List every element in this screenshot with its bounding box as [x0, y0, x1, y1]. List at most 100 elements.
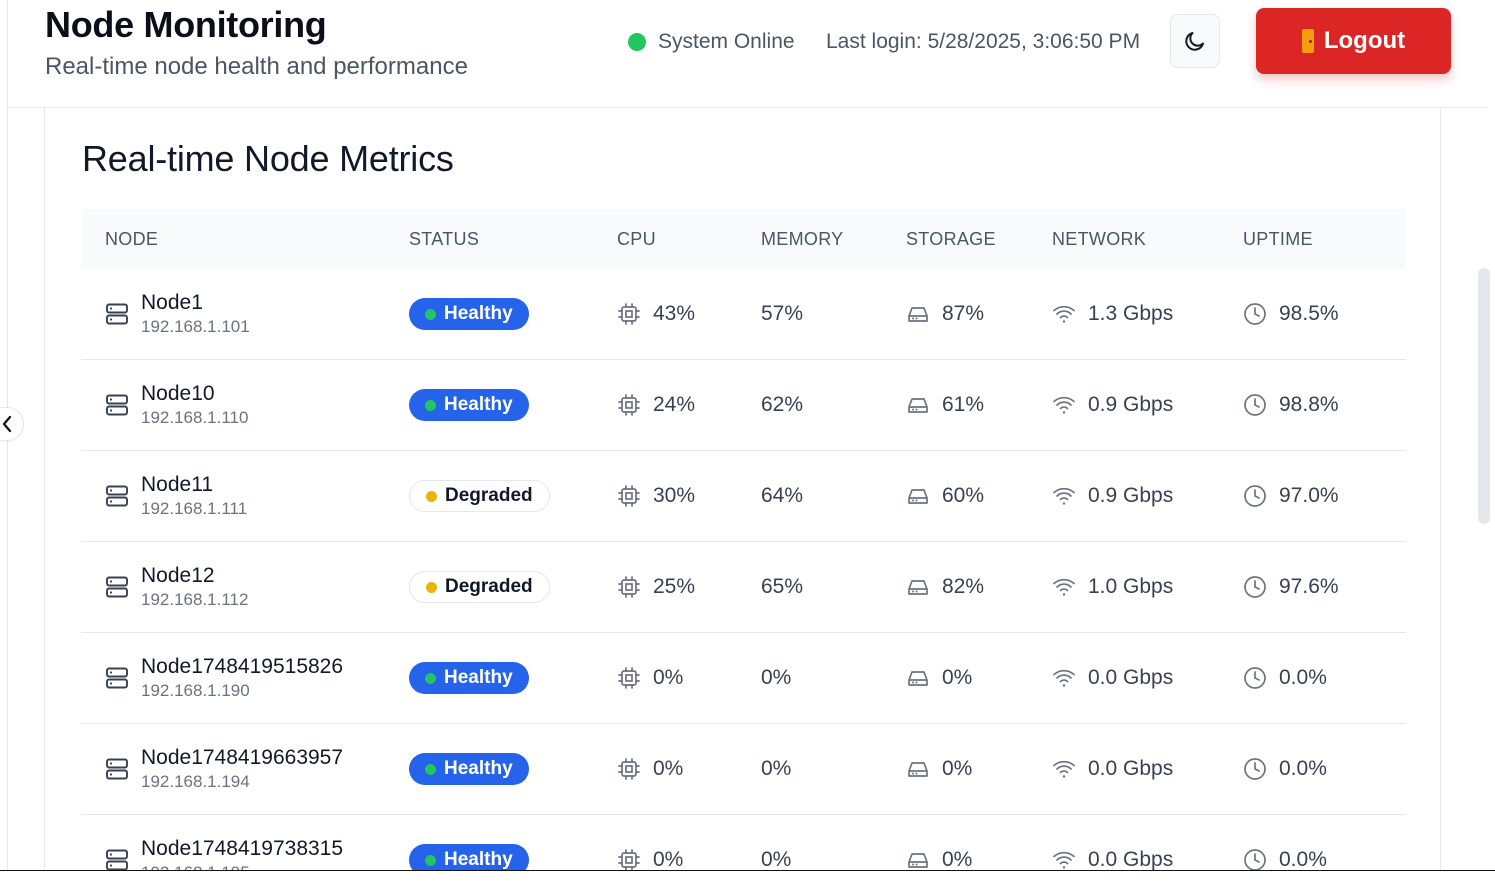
hard-drive-icon: [908, 307, 928, 322]
network-value: 0.9 Gbps: [1088, 484, 1174, 507]
network-value: 0.9 Gbps: [1088, 393, 1174, 416]
node-name: Node1: [141, 291, 203, 314]
storage-value: 87%: [942, 302, 985, 325]
sidebar-toggle-button[interactable]: [0, 407, 24, 441]
node-name: Node1748419663957: [141, 746, 344, 769]
node-ip: 192.168.1.190: [141, 681, 250, 700]
cpu-value: 24%: [653, 393, 696, 416]
column-header-uptime[interactable]: UPTIME: [1243, 229, 1406, 250]
status-dot: [425, 308, 436, 320]
cpu-icon: [618, 303, 640, 325]
status-badge: Healthy: [409, 662, 529, 694]
hard-drive-icon: [908, 853, 928, 868]
wifi-icon: [1053, 396, 1075, 414]
hard-drive-icon: [908, 398, 928, 413]
table-header: NODE STATUS CPU MEMORY STORAGE NETWORK U…: [81, 209, 1406, 269]
node-name: Node12: [141, 564, 215, 587]
storage-value: 60%: [942, 484, 985, 507]
hard-drive-icon: [908, 580, 928, 595]
column-header-storage[interactable]: STORAGE: [906, 229, 1052, 250]
cpu-value: 0%: [653, 848, 684, 871]
system-status: System Online: [628, 30, 795, 54]
uptime-value: 98.5%: [1279, 302, 1339, 325]
status-indicator-dot: [628, 33, 646, 51]
table-row[interactable]: Node12 192.168.1.112 Degraded 25% 65% 82…: [81, 542, 1406, 633]
status-label: Healthy: [444, 849, 513, 870]
status-badge: Healthy: [409, 298, 529, 330]
table-row[interactable]: Node1748419663957 192.168.1.194 Healthy …: [81, 724, 1406, 815]
table-row[interactable]: Node11 192.168.1.111 Degraded 30% 64% 60…: [81, 451, 1406, 542]
clock-icon: [1244, 394, 1266, 416]
server-icon: [106, 394, 128, 416]
cpu-icon: [618, 576, 640, 598]
server-icon: [106, 576, 128, 598]
network-value: 0.0 Gbps: [1088, 666, 1174, 689]
clock-icon: [1244, 485, 1266, 507]
cpu-value: 30%: [653, 484, 696, 507]
uptime-value: 98.8%: [1279, 393, 1339, 416]
status-dot: [425, 399, 436, 411]
clock-icon: [1244, 849, 1266, 871]
memory-value: 0%: [761, 848, 792, 871]
clock-icon: [1244, 303, 1266, 325]
cpu-value: 43%: [653, 302, 696, 325]
wifi-icon: [1053, 760, 1075, 778]
status-label: Healthy: [444, 394, 513, 415]
table-row[interactable]: Node1 192.168.1.101 Healthy 43% 57% 87% …: [81, 269, 1406, 360]
column-header-status[interactable]: STATUS: [409, 229, 617, 250]
status-dot: [425, 854, 436, 866]
status-label: Degraded: [445, 485, 533, 506]
hard-drive-icon: [908, 671, 928, 686]
node-name: Node1748419738315: [141, 837, 344, 860]
table-row[interactable]: Node1748419515826 192.168.1.190 Healthy …: [81, 633, 1406, 724]
column-header-network[interactable]: NETWORK: [1052, 229, 1243, 250]
status-label: Healthy: [444, 667, 513, 688]
cpu-icon: [618, 667, 640, 689]
column-header-cpu[interactable]: CPU: [617, 229, 761, 250]
app-subtitle: Real-time node health and performance: [45, 53, 468, 80]
memory-value: 57%: [761, 302, 804, 325]
clock-icon: [1244, 576, 1266, 598]
status-label: Degraded: [445, 576, 533, 597]
hard-drive-icon: [908, 489, 928, 504]
node-name: Node1748419515826: [141, 655, 344, 678]
moon-icon: [1185, 32, 1204, 51]
server-icon: [106, 303, 128, 325]
node-ip: 192.168.1.194: [141, 772, 250, 791]
door-icon: [1301, 29, 1314, 53]
memory-value: 65%: [761, 575, 804, 598]
storage-value: 0%: [942, 666, 973, 689]
status-dot: [426, 581, 437, 593]
cpu-value: 25%: [653, 575, 696, 598]
uptime-value: 97.6%: [1279, 575, 1339, 598]
column-header-memory[interactable]: MEMORY: [761, 229, 906, 250]
node-ip: 192.168.1.111: [141, 499, 248, 518]
node-ip: 192.168.1.101: [141, 317, 250, 336]
node-ip: 192.168.1.110: [141, 408, 249, 427]
status-dot: [425, 763, 436, 775]
status-label: Healthy: [444, 758, 513, 779]
server-icon: [106, 849, 128, 871]
status-badge: Degraded: [409, 480, 550, 512]
column-header-node[interactable]: NODE: [81, 229, 409, 250]
theme-toggle-button[interactable]: [1170, 14, 1220, 68]
clock-icon: [1244, 667, 1266, 689]
node-metrics-table: NODE STATUS CPU MEMORY STORAGE NETWORK U…: [81, 209, 1406, 883]
cpu-icon: [618, 758, 640, 780]
table-row[interactable]: Node10 192.168.1.110 Healthy 24% 62% 61%…: [81, 360, 1406, 451]
uptime-value: 0.0%: [1279, 848, 1327, 871]
cpu-icon: [618, 394, 640, 416]
section-title: Real-time Node Metrics: [82, 138, 454, 179]
network-value: 1.3 Gbps: [1088, 302, 1174, 325]
network-value: 1.0 Gbps: [1088, 575, 1174, 598]
logout-button[interactable]: Logout: [1256, 8, 1451, 74]
memory-value: 0%: [761, 757, 792, 780]
node-name: Node11: [141, 473, 214, 496]
app-title: Node Monitoring: [45, 4, 327, 45]
memory-value: 0%: [761, 666, 792, 689]
wifi-icon: [1053, 487, 1075, 505]
status-dot: [426, 490, 437, 502]
storage-value: 82%: [942, 575, 985, 598]
scrollbar-thumb[interactable]: [1478, 268, 1490, 524]
server-icon: [106, 667, 128, 689]
